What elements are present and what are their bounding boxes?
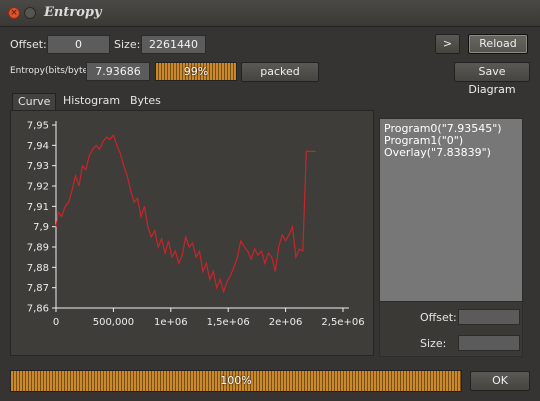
reload-button[interactable]: Reload (468, 34, 528, 54)
offset-label: Offset: (10, 38, 47, 51)
y-tick-label: 7,86 (27, 304, 49, 315)
y-tick-label: 7,9 (33, 222, 49, 233)
x-tick-label: 0 (53, 317, 59, 328)
classification-status: packed (241, 62, 319, 82)
y-tick-label: 7,88 (27, 263, 49, 274)
entropy-curve-chart: 7,86 7,87 7,88 7,89 7,9 7,91 7,92 7,93 7,94 7,95 0… (27, 121, 365, 329)
size-label: Size: (114, 38, 141, 51)
region-offset-label: Offset: (420, 311, 457, 324)
entropy-window: × Entropy Offset: 0 Size: 2261440 > Relo… (0, 0, 540, 401)
entropy-value-field: 7.93686 (86, 62, 150, 81)
region-size-label: Size: (420, 337, 447, 350)
x-tick-label: 500,000 (93, 317, 134, 328)
list-item[interactable]: Overlay("7.83839") (380, 147, 522, 159)
x-tick-label: 1e+06 (154, 317, 188, 328)
y-tick-label: 7,91 (27, 202, 49, 213)
x-tick-label: 2,5e+06 (321, 317, 364, 328)
tab-curve[interactable]: Curve (12, 93, 57, 110)
entropy-curve-line (55, 134, 316, 294)
ok-button[interactable]: OK (470, 371, 530, 391)
size-field[interactable]: 2261440 (141, 35, 206, 54)
window-title: Entropy (44, 5, 102, 20)
y-tick-label: 7,92 (27, 182, 49, 193)
x-tick-label: 1,5e+06 (207, 317, 250, 328)
entropy-progress-bar: 99% (155, 62, 237, 81)
close-icon[interactable]: × (8, 7, 20, 19)
region-info: Offset: Size: (379, 301, 523, 357)
minimize-icon[interactable] (24, 7, 36, 19)
region-offset-field[interactable] (458, 309, 520, 325)
region-list[interactable]: Program0("7.93545") Program1("0") Overla… (379, 118, 523, 303)
overall-progress-bar: 100% (10, 370, 462, 392)
y-tick-label: 7,94 (27, 141, 49, 152)
curve-panel: 7,86 7,87 7,88 7,89 7,9 7,91 7,92 7,93 7,94 7,95 0… (10, 110, 374, 356)
entropy-label: Entropy(bits/byte): (10, 66, 95, 76)
y-tick-label: 7,87 (27, 283, 49, 294)
y-tick-label: 7,95 (27, 121, 49, 132)
tab-bytes[interactable]: Bytes (125, 93, 166, 109)
next-button[interactable]: > (435, 34, 460, 54)
y-tick-label: 7,89 (27, 243, 49, 254)
y-tick-label: 7,93 (27, 161, 49, 172)
save-diagram-button[interactable]: Save Diagram (454, 62, 530, 96)
x-tick-label: 2e+06 (269, 317, 303, 328)
tab-histogram[interactable]: Histogram (58, 93, 125, 109)
offset-field[interactable]: 0 (47, 35, 110, 54)
region-size-field[interactable] (458, 335, 520, 351)
title-bar: × Entropy (0, 0, 540, 27)
